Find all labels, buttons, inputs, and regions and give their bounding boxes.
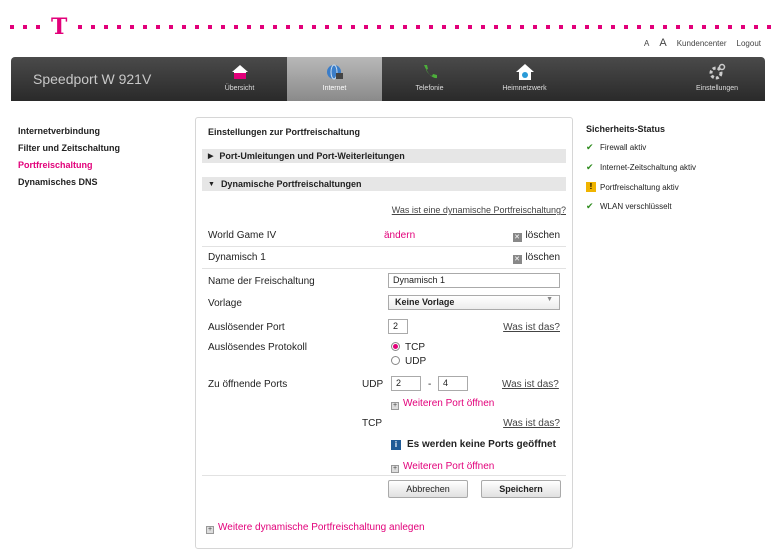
check-icon: ✔ [586,162,594,172]
security-status: Sicherheits-Status ✔ Firewall aktiv ✔ Inte… [586,124,696,221]
help-udp-link[interactable]: Was ist das? [502,379,559,390]
help-dynamic-link[interactable]: Was ist eine dynamische Portfreischaltun… [392,205,566,215]
tcp-label: TCP [362,418,382,429]
list-item: World Game IV ändern ✕ löschen [202,225,566,247]
status-item: ✔ Internet-Zeitschaltung aktiv [586,162,697,172]
template-label: Vorlage [208,298,242,309]
main-navbar: Speedport W 921V Übersicht Internet Tele… [11,57,765,101]
edit-link[interactable]: ändern [384,230,415,241]
font-size-large-button[interactable]: A [659,37,666,49]
delete-button[interactable]: ✕ löschen [512,252,560,264]
nav-item-internet[interactable]: Internet [287,57,382,101]
help-trigger-port-link[interactable]: Was ist das? [503,322,560,333]
sidebar-item-dynamisches-dns[interactable]: Dynamisches DNS [18,177,120,187]
house-icon [231,65,248,79]
top-bar: T A A Kundencenter Logout [0,0,773,58]
main-panel: Einstellungen zur Portfreischaltung ▶ Po… [195,117,573,549]
radio-udp[interactable]: UDP [391,356,426,367]
list-item: Dynamisch 1 ✕ löschen [202,247,566,269]
close-icon: ✕ [512,233,522,242]
no-ports-info: i Es werden keine Ports geöffnet [391,439,556,450]
kundencenter-link[interactable]: Kundencenter [677,39,727,48]
globe-icon [326,64,343,80]
edit-form: Name der Freischaltung Dynamisch 1 Vorla… [202,269,566,509]
nav-item-telefonie[interactable]: Telefonie [382,57,477,101]
udp-to-field[interactable]: 4 [438,376,468,391]
cancel-button[interactable]: Abbrechen [388,480,468,498]
status-title: Sicherheits-Status [586,124,666,134]
status-item: ✔ Firewall aktiv [586,142,647,152]
chevron-down-icon: ▼ [208,180,215,188]
delete-button[interactable]: ✕ löschen [512,230,560,242]
logout-link[interactable]: Logout [737,39,761,48]
template-select[interactable]: Keine Vorlage ▼ [388,295,560,310]
plus-icon: + [206,526,214,534]
sidebar-item-filter[interactable]: Filter und Zeitschaltung [18,143,120,153]
check-icon: ✔ [586,142,594,152]
product-name: Speedport W 921V [33,71,152,87]
add-tcp-port-button[interactable]: + Weiteren Port öffnen [391,461,494,473]
close-icon: ✕ [512,255,522,264]
sidebar: Internetverbindung Filter und Zeitschalt… [18,126,120,194]
section-port-umleitungen[interactable]: ▶ Port-Umleitungen und Port-Weiterleitun… [202,149,566,163]
sidebar-item-internetverbindung[interactable]: Internetverbindung [18,126,120,136]
status-item: ✔ WLAN verschlüsselt [586,201,672,211]
nav-item-heimnetzwerk[interactable]: Heimnetzwerk [477,57,572,101]
add-dynamic-button[interactable]: + Weitere dynamische Portfreischaltung an… [202,522,566,534]
entry-name: Dynamisch 1 [208,252,266,263]
chevron-down-icon: ▼ [546,296,553,303]
add-udp-port-button[interactable]: + Weiteren Port öffnen [391,398,494,410]
font-size-small-button[interactable]: A [644,39,649,48]
entry-name: World Game IV [208,230,277,241]
gear-icon [709,63,726,80]
range-dash: - [428,379,432,390]
name-label: Name der Freischaltung [208,276,315,287]
warning-icon: ! [586,182,596,192]
info-icon: i [391,440,401,450]
name-field[interactable]: Dynamisch 1 [388,273,560,288]
help-tcp-link[interactable]: Was ist das? [503,418,560,429]
plus-icon: + [391,465,399,473]
protocol-label: Auslösendes Protokoll [208,342,307,353]
nav-item-uebersicht[interactable]: Übersicht [192,57,287,101]
trigger-port-field[interactable]: 2 [388,319,408,334]
save-button[interactable]: Speichern [481,480,561,498]
chevron-right-icon: ▶ [208,153,214,160]
page-title: Einstellungen zur Portfreischaltung [208,127,361,137]
radio-tcp[interactable]: TCP [391,342,425,353]
nav-item-einstellungen[interactable]: Einstellungen [669,57,765,101]
check-icon: ✔ [586,201,594,211]
status-item: ! Portfreischaltung aktiv [586,182,696,192]
section-dynamische[interactable]: ▼ Dynamische Portfreischaltungen [202,177,566,191]
udp-from-field[interactable]: 2 [391,376,421,391]
home-network-icon [515,64,534,80]
phone-icon [423,65,437,79]
plus-icon: + [391,402,399,410]
sidebar-item-portfreischaltung[interactable]: Portfreischaltung [18,160,120,170]
udp-label: UDP [362,379,384,390]
open-ports-label: Zu öffnende Ports [208,379,288,390]
trigger-port-label: Auslösender Port [208,322,285,333]
